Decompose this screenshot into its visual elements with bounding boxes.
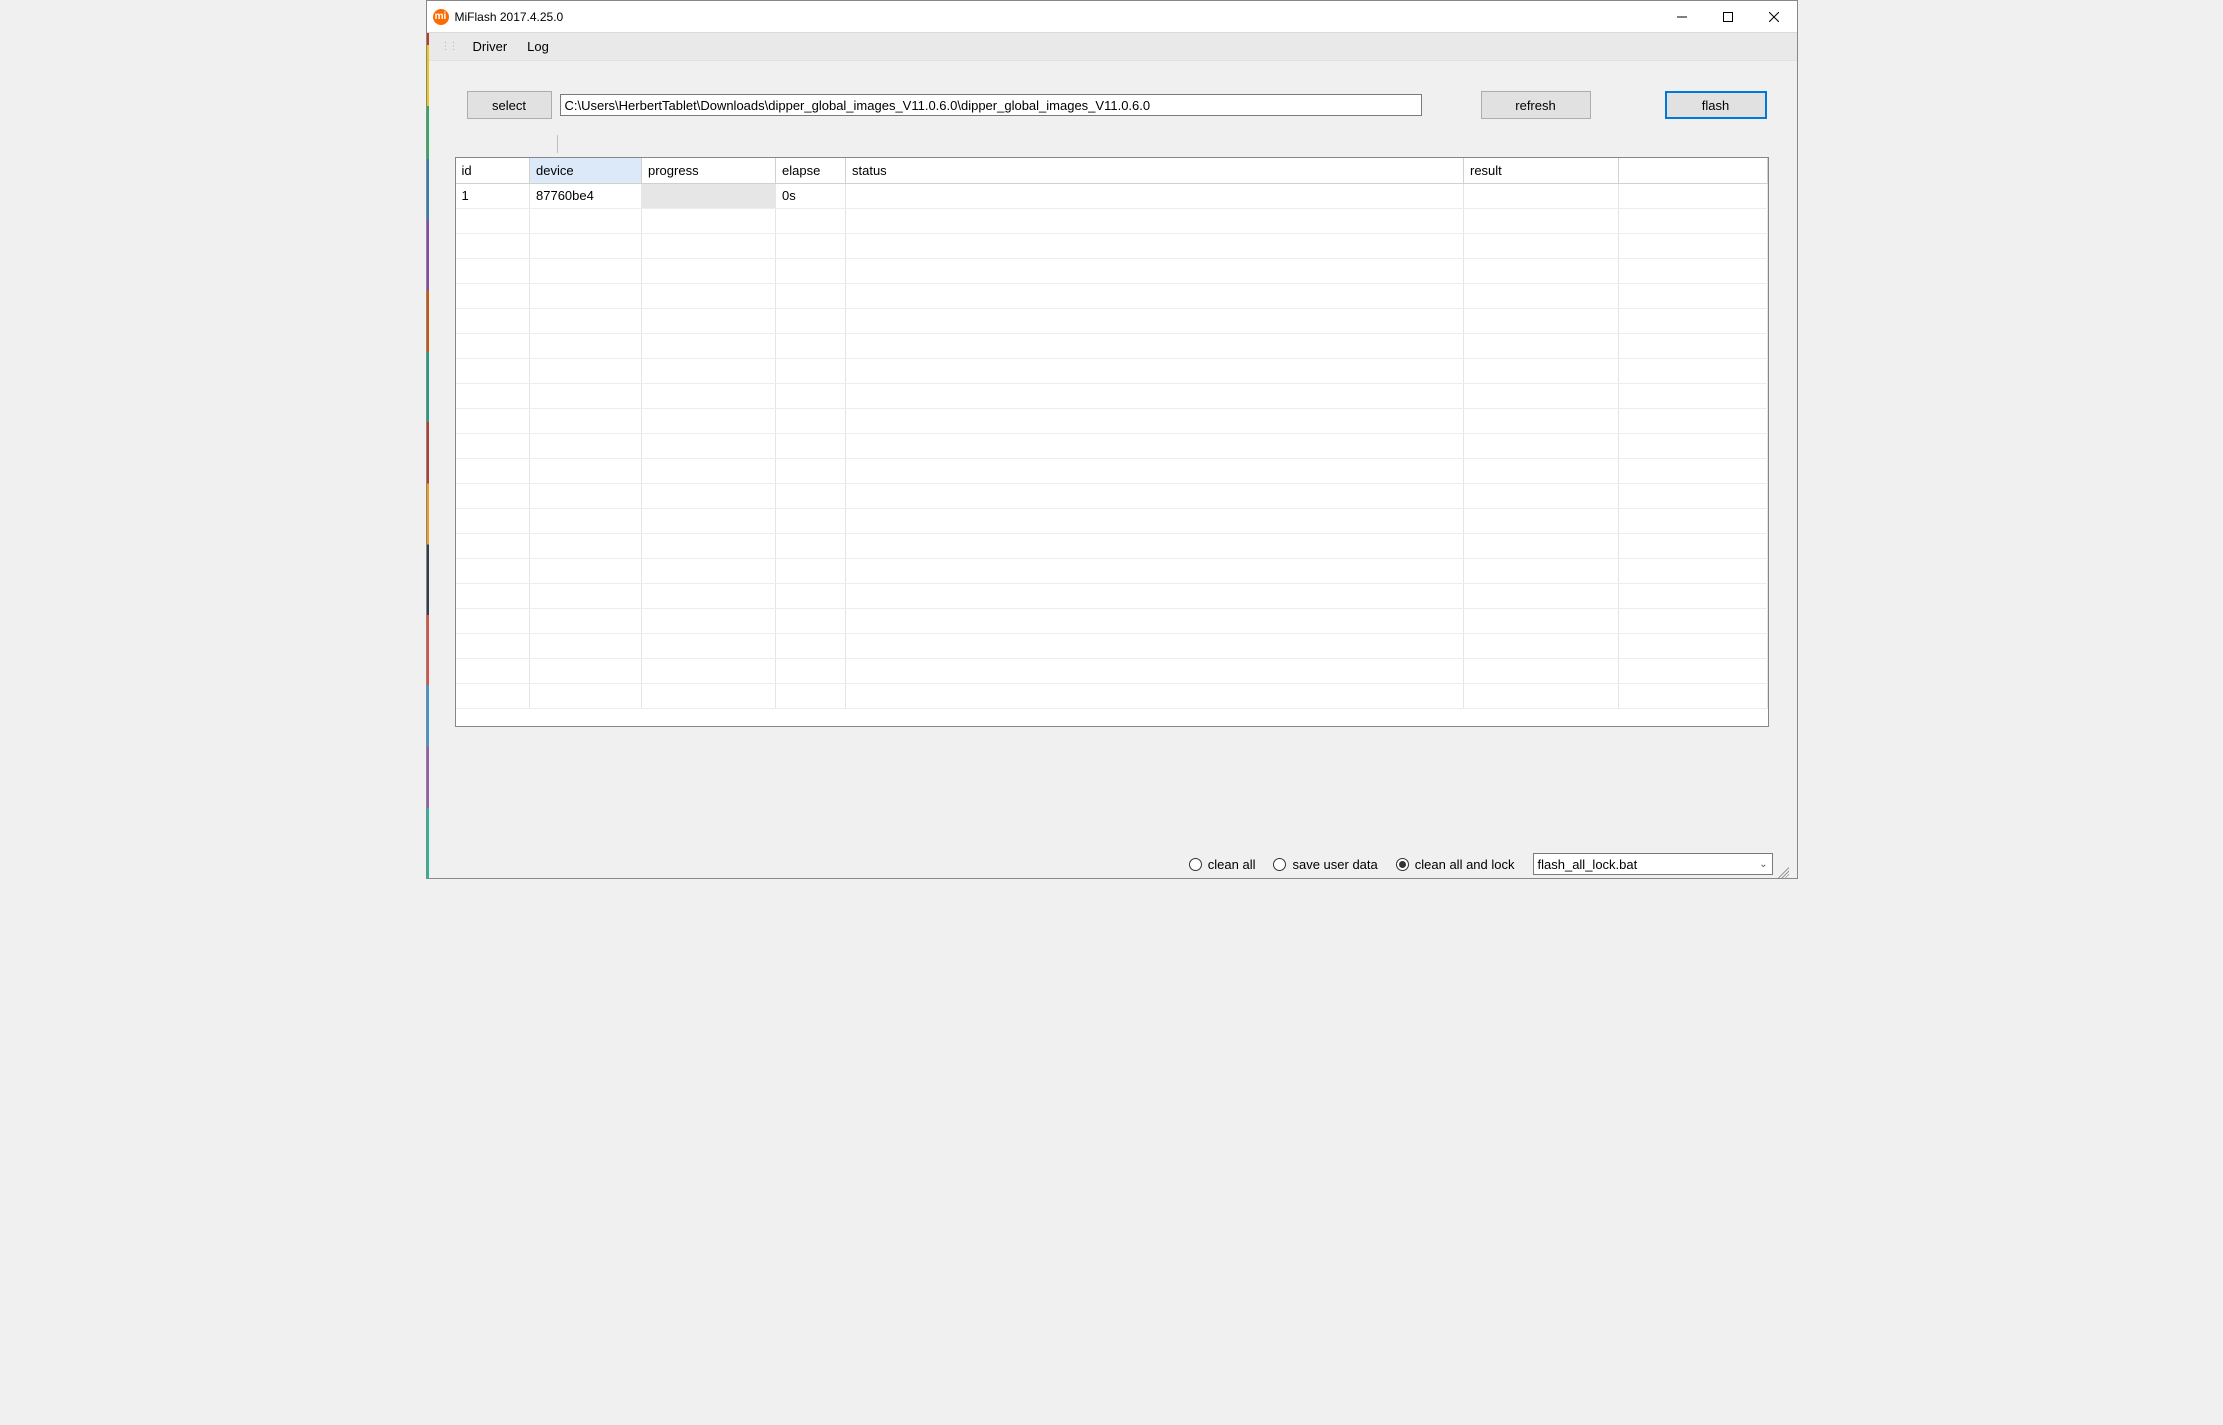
decorative-left-strip xyxy=(427,1,429,878)
col-header-elapse[interactable]: elapse xyxy=(776,158,846,183)
table-row-empty xyxy=(456,308,1768,333)
refresh-button[interactable]: refresh xyxy=(1481,91,1591,119)
window-title: MiFlash 2017.4.25.0 xyxy=(455,10,564,24)
table-row-empty xyxy=(456,458,1768,483)
maximize-icon xyxy=(1723,12,1733,22)
rom-path-input[interactable] xyxy=(560,94,1422,116)
radio-icon xyxy=(1189,858,1202,871)
app-window: mi MiFlash 2017.4.25.0 ⋮⋮ Driver Log sel… xyxy=(426,0,1798,879)
menu-log[interactable]: Log xyxy=(517,35,559,58)
content-area: select refresh flash id device progress … xyxy=(427,61,1797,878)
col-header-progress[interactable]: progress xyxy=(642,158,776,183)
close-button[interactable] xyxy=(1751,1,1797,32)
close-icon xyxy=(1769,12,1779,22)
col-header-device[interactable]: device xyxy=(530,158,642,183)
cell-id: 1 xyxy=(456,183,530,208)
resize-grip-icon[interactable] xyxy=(1775,864,1789,878)
table-row-empty xyxy=(456,383,1768,408)
cell-extra xyxy=(1619,183,1768,208)
status-bar: clean all save user data clean all and loc… xyxy=(427,850,1797,878)
table-row-empty xyxy=(456,583,1768,608)
radio-label: clean all and lock xyxy=(1415,857,1515,872)
table-row-empty xyxy=(456,558,1768,583)
table-row-empty xyxy=(456,483,1768,508)
cell-status xyxy=(846,183,1464,208)
script-select-value: flash_all_lock.bat xyxy=(1538,857,1638,872)
chevron-down-icon: ⌄ xyxy=(1759,859,1767,870)
table-row-empty xyxy=(456,208,1768,233)
table-row-empty xyxy=(456,533,1768,558)
app-icon: mi xyxy=(433,9,449,25)
menu-bar: ⋮⋮ Driver Log xyxy=(427,33,1797,61)
device-grid[interactable]: id device progress elapse status result … xyxy=(455,157,1769,727)
radio-option[interactable]: clean all and lock xyxy=(1396,857,1525,872)
table-row-empty xyxy=(456,658,1768,683)
table-row-empty xyxy=(456,333,1768,358)
table-row-empty xyxy=(456,358,1768,383)
table-row[interactable]: 187760be4 0s xyxy=(456,183,1768,208)
cell-progress xyxy=(642,183,776,208)
window-controls xyxy=(1659,1,1797,32)
table-row-empty xyxy=(456,408,1768,433)
select-button[interactable]: select xyxy=(467,91,552,119)
script-select[interactable]: flash_all_lock.bat ⌄ xyxy=(1533,853,1773,875)
title-bar: mi MiFlash 2017.4.25.0 xyxy=(427,1,1797,33)
maximize-button[interactable] xyxy=(1705,1,1751,32)
table-header-row: id device progress elapse status result xyxy=(456,158,1768,183)
cell-elapse: 0s xyxy=(776,183,846,208)
table-row-empty xyxy=(456,258,1768,283)
table-row-empty xyxy=(456,233,1768,258)
minimize-button[interactable] xyxy=(1659,1,1705,32)
cell-result xyxy=(1464,183,1619,208)
table-row-empty xyxy=(456,608,1768,633)
device-table: id device progress elapse status result … xyxy=(456,158,1768,709)
col-header-status[interactable]: status xyxy=(846,158,1464,183)
table-row-empty xyxy=(456,433,1768,458)
table-row-empty xyxy=(456,508,1768,533)
menu-driver[interactable]: Driver xyxy=(463,35,518,58)
radio-option[interactable]: clean all xyxy=(1189,857,1266,872)
col-header-id[interactable]: id xyxy=(456,158,530,183)
table-row-empty xyxy=(456,633,1768,658)
table-row-empty xyxy=(456,283,1768,308)
col-header-result[interactable]: result xyxy=(1464,158,1619,183)
radio-label: clean all xyxy=(1208,857,1256,872)
flash-button[interactable]: flash xyxy=(1665,91,1767,119)
col-header-extra[interactable] xyxy=(1619,158,1768,183)
minimize-icon xyxy=(1677,12,1687,22)
radio-icon xyxy=(1273,858,1286,871)
radio-label: save user data xyxy=(1292,857,1377,872)
toolbar-grip-icon: ⋮⋮ xyxy=(441,41,457,52)
toolbar: select refresh flash xyxy=(427,61,1797,129)
radio-option[interactable]: save user data xyxy=(1273,857,1387,872)
flash-mode-radios: clean all save user data clean all and loc… xyxy=(1189,857,1533,872)
cell-device: 87760be4 xyxy=(530,183,642,208)
radio-icon xyxy=(1396,858,1409,871)
separator xyxy=(557,135,558,153)
table-row-empty xyxy=(456,683,1768,708)
